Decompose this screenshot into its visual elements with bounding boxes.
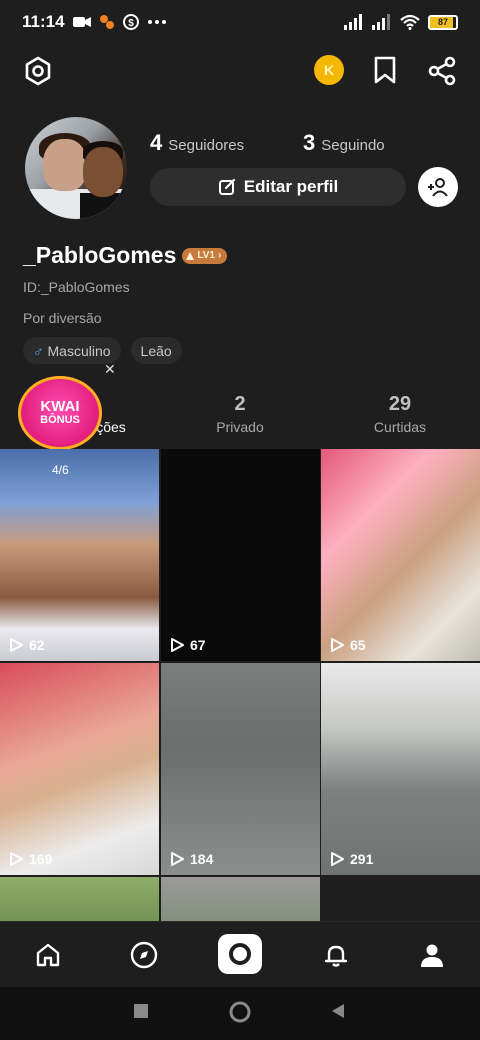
bookmark-icon[interactable] bbox=[370, 55, 400, 85]
status-bar: 11:14 $ 87 bbox=[0, 0, 480, 44]
username-row: _PabloGomes LV1 › bbox=[23, 242, 228, 269]
followers-count: 4 bbox=[150, 130, 163, 155]
add-friend-icon bbox=[428, 178, 448, 197]
dollar-circle-icon: $ bbox=[122, 14, 139, 30]
compass-icon bbox=[130, 941, 158, 969]
view-count: 184 bbox=[170, 851, 213, 867]
video-tile[interactable]: 67 bbox=[161, 449, 320, 661]
tab-count: 2 bbox=[234, 393, 246, 415]
system-nav-bar bbox=[0, 987, 480, 1040]
followers-stat[interactable]: 4 Seguidores bbox=[150, 130, 244, 156]
username: _PabloGomes bbox=[23, 242, 177, 268]
tab-curtidas[interactable]: 29 Curtidas bbox=[320, 393, 480, 435]
play-icon bbox=[331, 852, 344, 866]
video-tile[interactable]: 291 bbox=[321, 663, 480, 875]
level-label: LV1 bbox=[197, 250, 215, 261]
bonus-line1: KWAI bbox=[40, 398, 80, 415]
home-icon bbox=[36, 943, 60, 967]
user-id: ID:_PabloGomes bbox=[23, 279, 130, 295]
play-icon bbox=[10, 638, 23, 652]
male-icon: ♂ bbox=[33, 342, 44, 359]
video-tile[interactable]: 184 bbox=[161, 663, 320, 875]
app-notification-icon bbox=[99, 15, 114, 29]
back-icon[interactable] bbox=[330, 1003, 346, 1019]
video-tile[interactable] bbox=[0, 877, 159, 921]
more-dots-icon bbox=[147, 20, 166, 24]
nav-discover[interactable] bbox=[127, 938, 161, 972]
recent-apps-icon[interactable] bbox=[133, 1003, 149, 1019]
following-label: Seguindo bbox=[321, 137, 385, 154]
top-bar: K bbox=[0, 50, 480, 90]
share-icon[interactable] bbox=[426, 55, 458, 87]
view-count: 65 bbox=[330, 637, 366, 653]
level-triangle-icon bbox=[186, 251, 195, 260]
profile-tags: ♂ Masculino Leão bbox=[23, 337, 182, 364]
hexagon-settings-icon[interactable] bbox=[22, 55, 54, 87]
video-tile[interactable]: 169 bbox=[0, 663, 159, 875]
tab-label: Curtidas bbox=[373, 419, 427, 435]
nav-home[interactable] bbox=[31, 938, 65, 972]
nav-camera[interactable] bbox=[218, 934, 262, 974]
video-grid: 4/6 62 67 65 169 184 291 bbox=[0, 449, 480, 921]
gender-tag: ♂ Masculino bbox=[23, 337, 121, 364]
add-friend-button[interactable] bbox=[418, 167, 458, 207]
kwai-bonus-badge[interactable]: KWAI BÔNUS bbox=[18, 376, 102, 450]
video-tile[interactable]: 4/6 62 bbox=[0, 449, 159, 661]
zodiac-tag: Leão bbox=[130, 337, 182, 364]
avatar[interactable] bbox=[25, 117, 127, 219]
edit-icon bbox=[218, 178, 235, 195]
following-count: 3 bbox=[303, 130, 316, 155]
play-icon bbox=[10, 852, 23, 866]
close-icon[interactable]: ✕ bbox=[104, 361, 116, 378]
view-count: 169 bbox=[9, 851, 52, 867]
video-camera-icon bbox=[72, 17, 91, 27]
person-icon bbox=[421, 944, 443, 967]
edit-profile-button[interactable]: Editar perfil bbox=[150, 168, 406, 206]
signal-icon-2 bbox=[372, 14, 390, 30]
coin-icon[interactable]: K bbox=[314, 55, 344, 85]
following-stat[interactable]: 3 Seguindo bbox=[303, 130, 385, 156]
bio: Por diversão bbox=[23, 310, 102, 326]
chevron-right-icon: › bbox=[218, 250, 222, 261]
play-icon bbox=[171, 852, 184, 866]
signal-icon bbox=[344, 14, 362, 30]
zodiac-label: Leão bbox=[140, 342, 172, 359]
home-button-icon[interactable] bbox=[229, 1001, 251, 1023]
nav-profile[interactable] bbox=[415, 938, 449, 972]
pinned-indicator: 4/6 bbox=[52, 463, 69, 477]
view-count: 67 bbox=[170, 637, 206, 653]
battery-icon: 87 bbox=[428, 14, 458, 30]
view-count: 62 bbox=[9, 637, 45, 653]
tab-label: Privado bbox=[216, 419, 264, 435]
bell-icon bbox=[324, 945, 348, 967]
bonus-line2: BÔNUS bbox=[40, 414, 80, 426]
video-tile[interactable]: 65 bbox=[321, 449, 480, 661]
tab-count: 29 bbox=[388, 393, 412, 415]
camera-icon bbox=[229, 943, 251, 965]
video-tile[interactable] bbox=[161, 877, 320, 921]
tab-privado[interactable]: 2 Privado bbox=[160, 393, 320, 435]
wifi-icon bbox=[400, 14, 420, 30]
followers-label: Seguidores bbox=[168, 137, 245, 154]
svg-text:$: $ bbox=[128, 18, 134, 29]
gender-label: Masculino bbox=[47, 342, 111, 359]
play-icon bbox=[331, 638, 344, 652]
play-icon bbox=[171, 638, 184, 652]
edit-profile-label: Editar perfil bbox=[243, 177, 339, 196]
nav-notifications[interactable] bbox=[319, 938, 353, 972]
view-count: 291 bbox=[330, 851, 373, 867]
bottom-nav bbox=[0, 921, 480, 987]
profile-stats: 4 Seguidores 3 Seguindo bbox=[150, 130, 460, 160]
status-time: 11:14 bbox=[22, 12, 65, 31]
level-badge[interactable]: LV1 › bbox=[182, 247, 228, 264]
